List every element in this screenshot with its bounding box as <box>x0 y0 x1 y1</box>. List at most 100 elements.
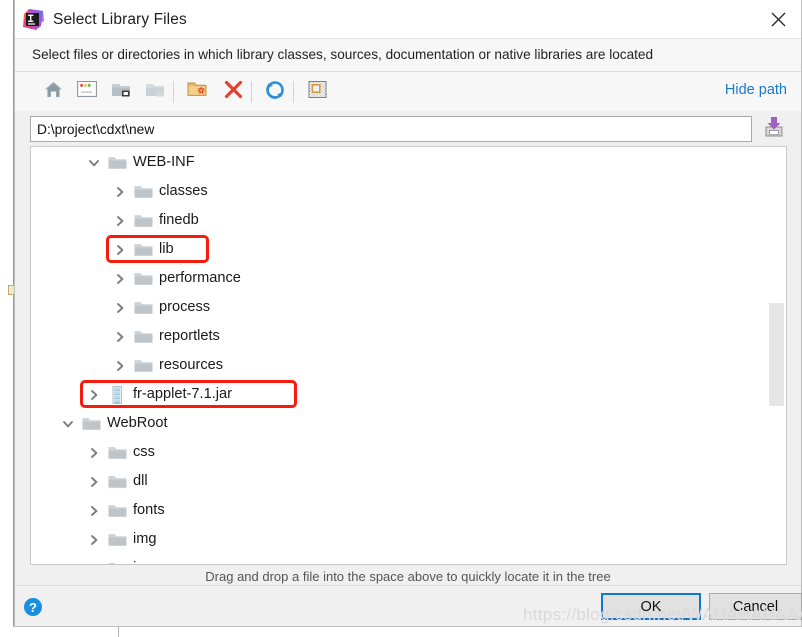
tree-row[interactable]: classes <box>109 177 208 206</box>
dialog-button-bar: ? OK Cancel <box>15 585 802 626</box>
chevron-down-icon[interactable] <box>57 409 79 438</box>
backdrop-divider-vertical-2 <box>118 626 119 637</box>
tree-row-label: resources <box>159 357 224 373</box>
tree-row-label: performance <box>159 270 241 286</box>
screenshot-root: Select Library Files Select files or dir… <box>0 0 802 637</box>
dialog-description-bar: Select files or directories in which lib… <box>15 39 801 71</box>
folder-icon <box>131 351 155 380</box>
folder-icon <box>131 264 155 293</box>
folder-icon <box>131 322 155 351</box>
tree-row[interactable]: css <box>83 438 155 467</box>
desktop-backdrop-bottom <box>0 627 802 637</box>
home-icon <box>44 80 63 104</box>
cancel-button[interactable]: Cancel <box>709 593 802 620</box>
close-icon[interactable] <box>755 0 801 38</box>
desktop-directory-button[interactable] <box>73 78 101 106</box>
intellij-idea-icon <box>23 9 44 30</box>
tree-row[interactable]: dll <box>83 467 148 496</box>
tree-row[interactable]: performance <box>109 264 241 293</box>
module-directory-button[interactable] <box>141 78 169 106</box>
project-directory-button[interactable] <box>107 78 135 106</box>
home-directory-button[interactable] <box>39 78 67 106</box>
tree-row[interactable]: js <box>83 554 144 564</box>
folder-icon <box>79 409 103 438</box>
chevron-right-icon[interactable] <box>83 438 105 467</box>
tree-row-label: js <box>129 554 144 564</box>
desktop-backdrop-left <box>0 0 14 637</box>
toolbar-separator-3 <box>293 81 294 103</box>
save-path-icon <box>764 116 784 142</box>
directory-tree-panel[interactable]: WEB-INF classes finedb lib performance proces… <box>30 146 787 565</box>
svg-text:?: ? <box>29 600 37 615</box>
delete-button[interactable] <box>219 78 247 106</box>
dialog-title: Select Library Files <box>53 11 187 28</box>
hide-path-link[interactable]: Hide path <box>725 82 787 98</box>
tree-row-label: reportlets <box>159 328 220 344</box>
chevron-right-icon[interactable] <box>109 206 131 235</box>
path-input[interactable] <box>30 116 752 142</box>
chevron-right-icon[interactable] <box>109 264 131 293</box>
dialog-description: Select files or directories in which lib… <box>32 47 654 62</box>
tree-row[interactable]: process <box>109 293 210 322</box>
chevron-right-icon[interactable] <box>83 525 105 554</box>
ok-button[interactable]: OK <box>601 593 701 620</box>
help-icon[interactable]: ? <box>23 597 43 617</box>
tree-row[interactable]: lib <box>109 235 174 264</box>
tree-row-label: fonts <box>133 502 165 518</box>
chevron-right-icon[interactable] <box>109 235 131 264</box>
folder-icon <box>105 148 129 177</box>
module-folder-icon <box>145 81 166 104</box>
tree-row-label: classes <box>159 183 208 199</box>
project-folder-icon <box>111 81 132 104</box>
tree-row-label: WebRoot <box>107 415 168 431</box>
tree-row[interactable]: WEB-INF <box>83 148 195 177</box>
tree-row-label: img <box>133 531 157 547</box>
tree-row-label: fr-applet-7.1.jar <box>133 386 232 402</box>
folder-icon <box>105 496 129 525</box>
tree-row[interactable]: finedb <box>109 206 199 235</box>
chevron-right-icon[interactable] <box>83 496 105 525</box>
chevron-right-icon[interactable] <box>83 380 105 409</box>
chevron-right-icon[interactable] <box>83 467 105 496</box>
new-folder-icon <box>187 80 208 104</box>
tree-scrollbar-track[interactable] <box>769 148 785 564</box>
show-hidden-icon <box>308 80 327 104</box>
tree-row-label: WEB-INF <box>133 154 195 170</box>
folder-icon <box>131 235 155 264</box>
tree-row-label: dll <box>133 473 148 489</box>
desktop-icon <box>77 81 97 103</box>
tree-row[interactable]: fr-applet-7.1.jar <box>83 380 232 409</box>
delete-x-icon <box>224 80 243 104</box>
folder-icon <box>105 467 129 496</box>
chevron-right-icon[interactable] <box>83 554 105 564</box>
folder-icon <box>105 554 129 564</box>
chevron-right-icon[interactable] <box>109 322 131 351</box>
toolbar-separator-2 <box>251 81 252 103</box>
folder-icon <box>105 438 129 467</box>
path-bar <box>15 111 801 146</box>
tree-row[interactable]: img <box>83 525 157 554</box>
chevron-right-icon[interactable] <box>109 351 131 380</box>
chevron-right-icon[interactable] <box>109 293 131 322</box>
tree-row[interactable]: fonts <box>83 496 165 525</box>
chevron-right-icon[interactable] <box>109 177 131 206</box>
directory-tree: WEB-INF classes finedb lib performance proces… <box>31 147 772 564</box>
folder-icon <box>105 525 129 554</box>
tree-row[interactable]: resources <box>109 351 223 380</box>
folder-icon <box>131 177 155 206</box>
tree-row[interactable]: WebRoot <box>57 409 168 438</box>
tree-row-label: lib <box>159 241 174 257</box>
select-library-files-dialog: Select Library Files Select files or dir… <box>14 0 802 627</box>
tree-scrollbar-thumb[interactable] <box>769 303 784 406</box>
refresh-button[interactable] <box>261 78 289 106</box>
tree-row-label: process <box>159 299 211 315</box>
save-path-button[interactable] <box>760 115 788 143</box>
show-hidden-files-button[interactable] <box>303 78 331 106</box>
toolbar-separator-1 <box>173 81 174 103</box>
new-folder-button[interactable] <box>183 78 211 106</box>
tree-row-label: finedb <box>159 212 199 228</box>
chevron-down-icon[interactable] <box>83 148 105 177</box>
tree-row-label: css <box>133 444 155 460</box>
tree-row[interactable]: reportlets <box>109 322 220 351</box>
jar-archive-icon <box>105 380 129 409</box>
